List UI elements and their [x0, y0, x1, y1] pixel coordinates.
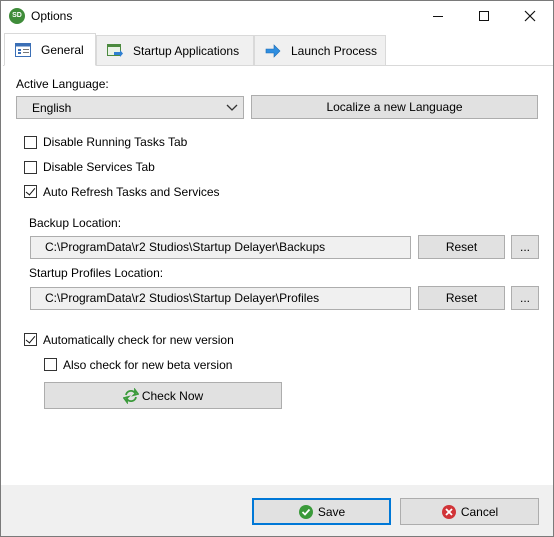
language-select[interactable]: English	[16, 96, 244, 119]
tab-strip: General Startup Applications Launch Proc…	[1, 31, 553, 66]
maximize-icon	[479, 11, 489, 21]
tab-launch-label: Launch Process	[291, 43, 378, 58]
check-now-label: Check Now	[141, 388, 204, 403]
chevron-down-icon	[226, 104, 238, 111]
auto-refresh-label: Auto Refresh Tasks and Services	[43, 185, 220, 199]
disable-services-label: Disable Services Tab	[43, 160, 155, 174]
check-now-button[interactable]: Check Now	[44, 382, 282, 409]
disable-running-tasks-checkbox[interactable]	[24, 136, 37, 149]
app-icon: SD	[9, 8, 25, 24]
tab-launch-process[interactable]: Launch Process	[254, 35, 386, 65]
backup-browse-button[interactable]: ...	[511, 235, 539, 259]
close-button[interactable]	[507, 1, 553, 31]
cancel-label: Cancel	[460, 504, 499, 519]
tab-general-label: General	[41, 42, 84, 57]
disable-running-tasks-label: Disable Running Tasks Tab	[43, 135, 188, 149]
launch-arrow-icon	[265, 43, 281, 58]
options-window: SD Options General Startup Applications …	[0, 0, 554, 537]
close-icon	[524, 10, 536, 22]
disable-services-checkbox[interactable]	[24, 161, 37, 174]
cancel-button[interactable]: Cancel	[400, 498, 539, 525]
auto-check-version-checkbox[interactable]	[24, 333, 37, 346]
maximize-button[interactable]	[461, 1, 507, 31]
minimize-icon	[433, 15, 443, 17]
beta-version-checkbox[interactable]	[44, 358, 57, 371]
tab-startup-label: Startup Applications	[133, 43, 240, 58]
beta-version-label: Also check for new beta version	[63, 358, 233, 372]
backup-location-field[interactable]: C:\ProgramData\r2 Studios\Startup Delaye…	[30, 236, 411, 259]
profiles-browse-button[interactable]: ...	[511, 286, 539, 310]
profiles-location-label: Startup Profiles Location:	[29, 266, 164, 280]
checkmark-circle-icon	[298, 504, 313, 519]
localize-language-button[interactable]: Localize a new Language	[251, 95, 538, 119]
save-label: Save	[317, 504, 346, 519]
auto-refresh-checkbox[interactable]	[24, 185, 37, 198]
minimize-button[interactable]	[415, 1, 461, 31]
active-language-label: Active Language:	[16, 77, 109, 91]
settings-list-icon	[15, 42, 31, 57]
window-title: Options	[31, 9, 73, 23]
auto-check-version-label: Automatically check for new version	[43, 333, 234, 347]
tab-startup-applications[interactable]: Startup Applications	[96, 35, 254, 65]
profiles-location-field[interactable]: C:\ProgramData\r2 Studios\Startup Delaye…	[30, 287, 411, 310]
backup-reset-button[interactable]: Reset	[418, 235, 505, 259]
cancel-circle-icon	[441, 504, 456, 519]
profiles-reset-button[interactable]: Reset	[418, 286, 505, 310]
language-select-value: English	[32, 101, 72, 115]
backup-location-label: Backup Location:	[29, 216, 122, 230]
startup-apps-icon	[107, 43, 123, 58]
save-button[interactable]: Save	[252, 498, 391, 525]
tab-general[interactable]: General	[4, 33, 96, 66]
refresh-icon	[122, 387, 139, 404]
title-bar: SD Options	[1, 1, 553, 31]
